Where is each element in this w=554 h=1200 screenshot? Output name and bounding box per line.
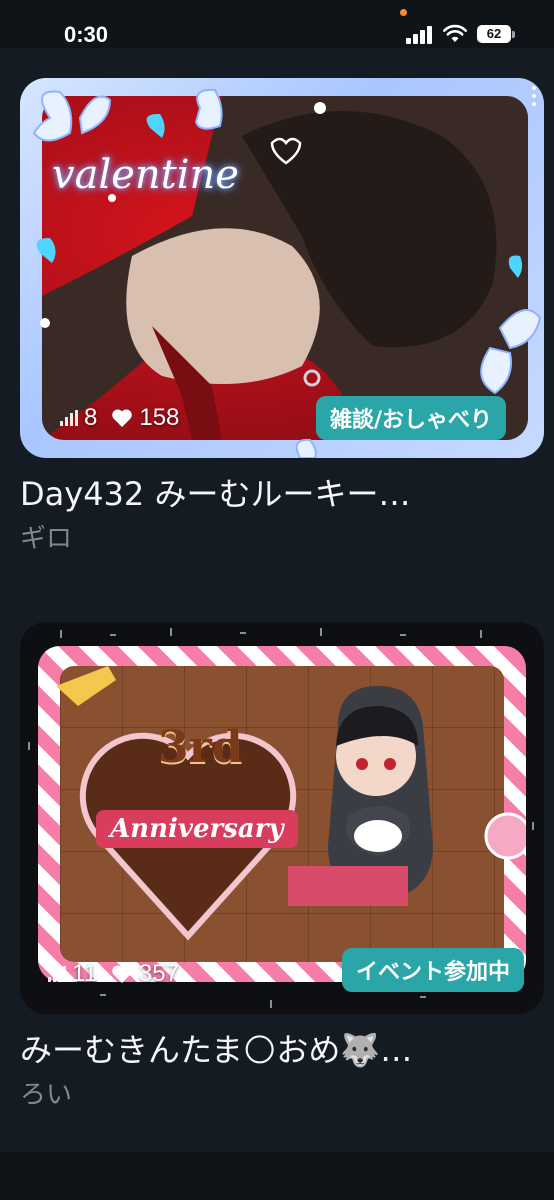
status-bar: 0:30 62 xyxy=(0,0,554,48)
signal-level-icon xyxy=(48,966,66,982)
heart-icon xyxy=(112,965,132,983)
like-count-group: 357 xyxy=(111,960,179,988)
overlay-text-ordinal: 3rd xyxy=(158,722,243,773)
stream-thumbnail[interactable]: valentine 8 158 雑談/おしゃべり xyxy=(20,78,544,458)
stream-stats: 11 357 xyxy=(48,960,179,988)
battery-cap xyxy=(512,31,515,38)
listener-count: 8 xyxy=(84,404,98,431)
heart-icon xyxy=(112,409,133,427)
stream-stats: 8 158 xyxy=(60,404,179,432)
battery-icon: 62 xyxy=(477,25,511,43)
stream-card[interactable]: valentine 8 158 雑談/おしゃべり Day432 みーむルーキー…… xyxy=(20,78,544,555)
more-options-icon[interactable] xyxy=(532,86,538,110)
bottom-bar xyxy=(0,1152,554,1200)
stream-title[interactable]: Day432 みーむルーキー… xyxy=(20,474,530,514)
stream-author[interactable]: ろい xyxy=(20,1074,544,1111)
status-time: 0:30 xyxy=(64,22,109,47)
listener-count-group: 8 xyxy=(60,404,97,432)
thumbnail-artwork: 3rd Anniversary xyxy=(38,646,526,982)
stream-author[interactable]: ギロ xyxy=(20,518,544,555)
overlay-text-banner: Anniversary xyxy=(96,810,298,848)
wifi-icon xyxy=(443,24,467,42)
signal-level-icon xyxy=(60,410,78,426)
category-tag[interactable]: 雑談/おしゃべり xyxy=(315,396,506,440)
listener-count: 11 xyxy=(72,960,97,987)
stream-thumbnail[interactable]: 3rd Anniversary 11 357 イベント参加中 xyxy=(20,622,544,1014)
listener-count-group: 11 xyxy=(48,960,97,988)
stream-title[interactable]: みーむきんたま🌕おめ🐺… xyxy=(20,1030,530,1070)
privacy-indicator-icon xyxy=(400,9,407,16)
like-count: 357 xyxy=(138,960,179,987)
stream-card[interactable]: 3rd Anniversary 11 357 イベント参加中 みーむきんたま🌕お… xyxy=(20,622,544,1111)
like-count: 158 xyxy=(139,404,180,431)
category-tag[interactable]: イベント参加中 xyxy=(341,948,524,992)
cellular-signal-icon xyxy=(406,26,434,44)
like-count-group: 158 xyxy=(111,404,179,432)
